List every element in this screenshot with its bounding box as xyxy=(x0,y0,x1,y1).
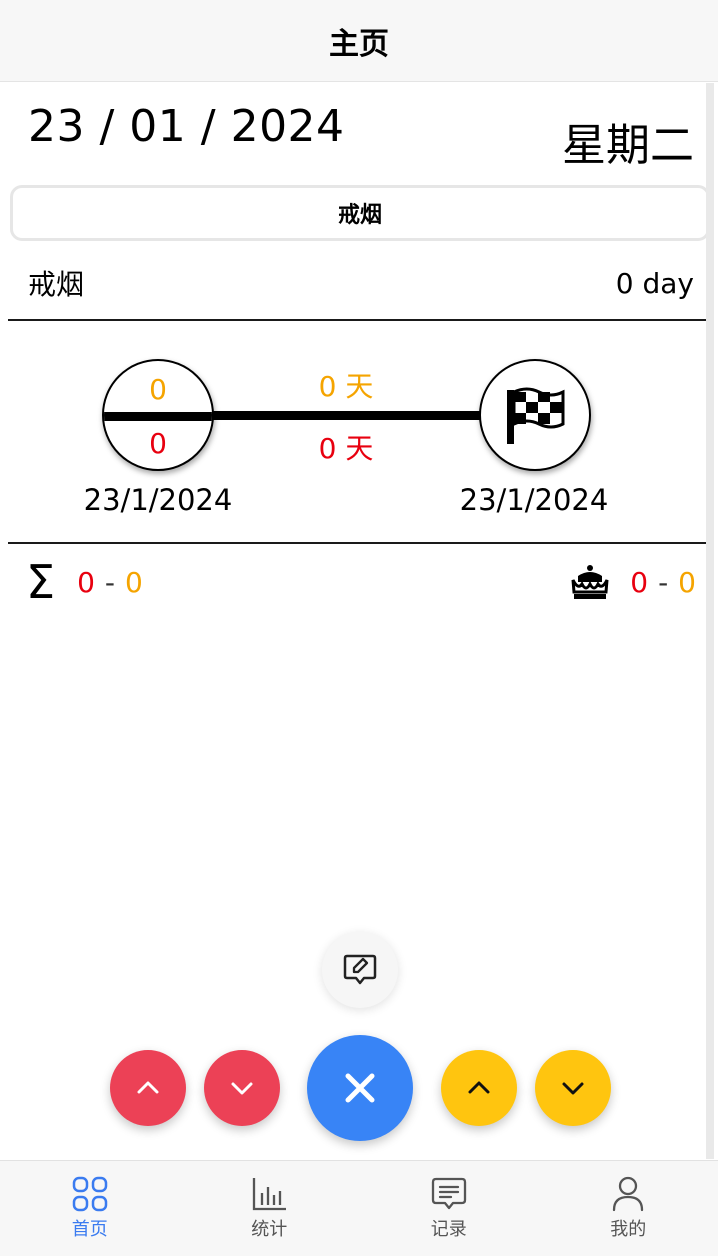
red-increase-button[interactable] xyxy=(110,1050,186,1126)
habit-tab-smoking[interactable]: 戒烟 xyxy=(10,185,710,241)
tab-statistics[interactable]: 统计 xyxy=(180,1161,360,1256)
date-row: 23 / 01 / 2024 星期二 xyxy=(28,101,694,171)
progress-timeline: 0 0 0 天 0 天 23/1/2024 23/1/2024 xyxy=(8,321,714,543)
bar-chart-icon xyxy=(253,1178,287,1211)
nav-bar: 主页 xyxy=(0,0,718,82)
stats-row: Σ 0 - 0 0 - 0 xyxy=(26,557,696,607)
bottom-tab-bar: 首页 统计 记录 我的 xyxy=(0,1160,718,1256)
page-title: 主页 xyxy=(329,26,389,62)
habit-summary-row: 戒烟 0 day xyxy=(28,261,694,305)
yellow-decrease-button[interactable] xyxy=(535,1050,611,1126)
best-stat: 0 - 0 xyxy=(570,562,696,602)
start-circle-divider xyxy=(104,412,212,421)
scrollbar[interactable] xyxy=(706,83,714,1159)
end-date: 23/1/2024 xyxy=(459,483,609,517)
user-icon xyxy=(613,1176,644,1212)
chevron-down-icon xyxy=(562,1082,584,1095)
chevron-down-icon xyxy=(231,1082,253,1095)
edit-note-icon xyxy=(343,954,377,985)
goal-circle xyxy=(479,359,591,471)
close-icon xyxy=(345,1073,375,1103)
streak-days: 0 day xyxy=(615,266,694,300)
days-orange: 0 天 xyxy=(318,370,374,403)
message-icon xyxy=(431,1177,466,1210)
total-red-count: 0 xyxy=(77,565,95,599)
divider-bottom xyxy=(8,542,714,544)
start-count-orange: 0 xyxy=(149,373,167,406)
weekday-label: 星期二 xyxy=(562,120,694,171)
crown-icon xyxy=(571,565,609,599)
chevron-up-icon xyxy=(137,1081,159,1094)
tab-profile[interactable]: 我的 xyxy=(539,1161,718,1256)
tab-home-label: 首页 xyxy=(71,1219,108,1240)
habit-name: 戒烟 xyxy=(28,268,85,301)
checkered-flag-icon xyxy=(507,387,565,444)
home-content: 23 / 01 / 2024 星期二 戒烟 戒烟 0 day 0 0 0 天 0… xyxy=(8,83,714,1159)
best-red-count: 0 xyxy=(630,565,649,599)
yellow-increase-button[interactable] xyxy=(441,1050,517,1126)
tab-records[interactable]: 记录 xyxy=(359,1161,539,1256)
chevron-up-icon xyxy=(468,1081,490,1094)
grid-icon xyxy=(72,1176,107,1212)
total-separator: - xyxy=(104,565,116,599)
red-decrease-button[interactable] xyxy=(204,1050,280,1126)
tab-home[interactable]: 首页 xyxy=(0,1161,180,1256)
tab-records-label: 记录 xyxy=(430,1219,467,1240)
sigma-icon: Σ xyxy=(26,555,56,609)
days-red: 0 天 xyxy=(318,432,374,465)
tab-profile-label: 我的 xyxy=(610,1219,647,1240)
add-note-button[interactable] xyxy=(322,932,398,1008)
start-count-red: 0 xyxy=(149,427,167,460)
close-button[interactable] xyxy=(307,1035,413,1141)
start-date: 23/1/2024 xyxy=(83,483,233,517)
total-orange-count: 0 xyxy=(125,565,143,599)
tab-statistics-label: 统计 xyxy=(251,1219,288,1240)
total-stat: Σ 0 - 0 xyxy=(26,559,143,605)
best-separator: - xyxy=(658,565,669,599)
current-date: 23 / 01 / 2024 xyxy=(28,101,345,152)
best-orange-count: 0 xyxy=(678,565,696,599)
start-circle: 0 0 xyxy=(102,359,214,471)
